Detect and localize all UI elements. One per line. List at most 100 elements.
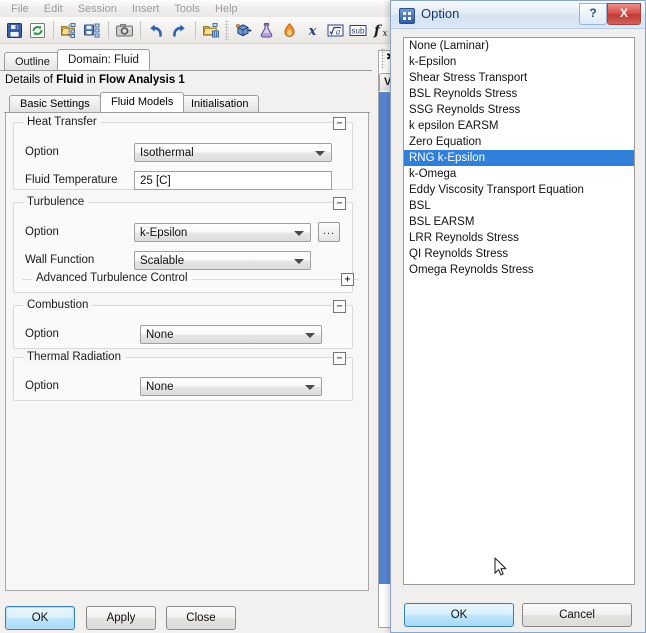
chevron-down-icon bbox=[305, 333, 315, 338]
collapse-heat-transfer-button[interactable]: − bbox=[333, 117, 346, 130]
dialog-titlebar[interactable]: Option ? X bbox=[391, 1, 645, 29]
help-icon[interactable]: ? bbox=[579, 3, 607, 25]
toolbar-separator bbox=[195, 21, 196, 39]
list-item[interactable]: Eddy Viscosity Transport Equation bbox=[404, 182, 634, 198]
menu-item-help[interactable]: Help bbox=[208, 1, 246, 17]
list-item[interactable]: k epsilon EARSM bbox=[404, 118, 634, 134]
toolbar-separator bbox=[140, 21, 141, 39]
wall-function-value: Scalable bbox=[140, 255, 185, 267]
menu-item-insert[interactable]: Insert bbox=[125, 1, 168, 17]
list-item[interactable]: BSL Reynolds Stress bbox=[404, 86, 634, 102]
collapse-turbulence-button[interactable]: − bbox=[333, 197, 346, 210]
details-subtabs: Basic Settings Fluid Models Initialisati… bbox=[4, 92, 370, 112]
group-thermal-radiation: Thermal Radiation − Option None bbox=[13, 351, 353, 401]
label-wall-function: Wall Function bbox=[25, 254, 95, 266]
label-heat-transfer-option: Option bbox=[25, 146, 59, 158]
subdomain-icon[interactable]: sub bbox=[347, 19, 369, 41]
wall-function-combo[interactable]: Scalable bbox=[134, 251, 311, 270]
list-item[interactable]: Zero Equation bbox=[404, 134, 634, 150]
group-title-thermal-radiation: Thermal Radiation bbox=[23, 351, 125, 363]
close-button[interactable]: Close bbox=[166, 606, 236, 630]
fluid-temperature-input[interactable]: 25 [C] bbox=[134, 171, 332, 190]
list-item[interactable]: k-Omega bbox=[404, 166, 634, 182]
reaction-flame-icon[interactable] bbox=[278, 19, 300, 41]
details-object: Fluid bbox=[56, 74, 84, 86]
tab-basic-settings[interactable]: Basic Settings bbox=[9, 95, 101, 112]
screen-root: File Edit Session Insert Tools Help x a … bbox=[0, 0, 646, 633]
save-icon[interactable] bbox=[3, 19, 25, 41]
dialog-title: Option bbox=[421, 6, 460, 21]
toolbar-grip[interactable] bbox=[225, 20, 229, 40]
dialog-cancel-button[interactable]: Cancel bbox=[522, 603, 632, 627]
list-item[interactable]: None (Laminar) bbox=[404, 38, 634, 54]
toolbar-separator bbox=[53, 21, 54, 39]
tab-outline[interactable]: Outline bbox=[4, 52, 61, 70]
details-context: Flow Analysis 1 bbox=[98, 74, 185, 86]
list-item[interactable]: SSG Reynolds Stress bbox=[404, 102, 634, 118]
menu-item-tools[interactable]: Tools bbox=[167, 1, 208, 17]
tab-fluid-models[interactable]: Fluid Models bbox=[100, 92, 185, 112]
list-item[interactable]: Omega Reynolds Stress bbox=[404, 262, 634, 278]
fluid-temperature-value: 25 [C] bbox=[140, 175, 171, 187]
ok-button[interactable]: OK bbox=[5, 606, 75, 630]
menu-item-session[interactable]: Session bbox=[71, 1, 125, 17]
menu-item-file[interactable]: File bbox=[4, 1, 37, 17]
svg-text:sub: sub bbox=[352, 26, 365, 35]
fluid-models-panel: Heat Transfer − Option Isothermal Fluid … bbox=[5, 113, 369, 591]
combustion-option-combo[interactable]: None bbox=[140, 325, 322, 344]
collapse-combustion-button[interactable]: − bbox=[333, 300, 346, 313]
mouse-cursor bbox=[494, 557, 507, 580]
list-item[interactable]: BSL EARSM bbox=[404, 214, 634, 230]
heat-transfer-option-value: Isothermal bbox=[140, 147, 194, 159]
list-item[interactable]: LRR Reynolds Stress bbox=[404, 230, 634, 246]
heat-transfer-option-combo[interactable]: Isothermal bbox=[134, 143, 332, 162]
open-mesh-icon[interactable] bbox=[200, 19, 222, 41]
function-icon[interactable]: f x bbox=[370, 19, 392, 41]
variable-icon[interactable]: a bbox=[324, 19, 346, 41]
svg-text:x: x bbox=[382, 29, 387, 39]
expression-icon[interactable]: x bbox=[301, 19, 323, 41]
tabstrip-underline bbox=[0, 70, 372, 71]
list-item[interactable]: QI Reynolds Stress bbox=[404, 246, 634, 262]
chevron-down-icon bbox=[294, 231, 304, 236]
turbulence-option-value: k-Epsilon bbox=[140, 227, 188, 239]
turbulence-model-listbox[interactable]: None (Laminar) k-Epsilon Shear Stress Tr… bbox=[403, 37, 635, 585]
label-fluid-temperature: Fluid Temperature bbox=[25, 174, 118, 186]
dialog-ok-button[interactable]: OK bbox=[404, 603, 514, 627]
redo-icon[interactable] bbox=[168, 19, 190, 41]
list-item[interactable]: BSL bbox=[404, 198, 634, 214]
label-turbulence-option: Option bbox=[25, 226, 59, 238]
chevron-down-icon bbox=[315, 151, 325, 156]
list-item-selected[interactable]: RNG k-Epsilon bbox=[404, 150, 634, 166]
list-item[interactable]: k-Epsilon bbox=[404, 54, 634, 70]
viewer-grip[interactable] bbox=[381, 48, 385, 70]
list-item[interactable]: Shear Stress Transport bbox=[404, 70, 634, 86]
open-tree-icon[interactable] bbox=[58, 19, 80, 41]
menu-item-edit[interactable]: Edit bbox=[37, 1, 71, 17]
refresh-icon[interactable] bbox=[26, 19, 48, 41]
chevron-down-icon bbox=[294, 259, 304, 264]
undo-icon[interactable] bbox=[145, 19, 167, 41]
tab-initialisation[interactable]: Initialisation bbox=[180, 95, 260, 112]
turbulence-option-combo[interactable]: k-Epsilon bbox=[134, 223, 311, 242]
thermal-radiation-option-combo[interactable]: None bbox=[140, 377, 322, 396]
domain-icon[interactable] bbox=[232, 19, 254, 41]
expand-advanced-turbulence-button[interactable]: + bbox=[341, 273, 354, 286]
chevron-down-icon bbox=[305, 385, 315, 390]
save-tree-icon[interactable] bbox=[81, 19, 103, 41]
group-title-combustion: Combustion bbox=[23, 299, 93, 311]
option-dialog: Option ? X None (Laminar) k-Epsilon Shea… bbox=[390, 0, 646, 633]
material-flask-icon[interactable] bbox=[255, 19, 277, 41]
thermal-radiation-option-value: None bbox=[146, 381, 174, 393]
snapshot-icon[interactable] bbox=[113, 19, 135, 41]
label-advanced-turbulence-control: Advanced Turbulence Control bbox=[32, 272, 192, 284]
group-title-turbulence: Turbulence bbox=[23, 196, 89, 208]
dialog-close-icon[interactable]: X bbox=[607, 3, 641, 25]
label-combustion-option: Option bbox=[25, 328, 59, 340]
group-turbulence: Turbulence − Option k-Epsilon ... Wall F… bbox=[13, 196, 358, 293]
apply-button[interactable]: Apply bbox=[86, 606, 156, 630]
combustion-option-value: None bbox=[146, 329, 174, 341]
collapse-thermal-radiation-button[interactable]: − bbox=[333, 352, 346, 365]
turbulence-option-more-button[interactable]: ... bbox=[318, 222, 340, 242]
tab-domain-fluid[interactable]: Domain: Fluid bbox=[57, 49, 150, 70]
